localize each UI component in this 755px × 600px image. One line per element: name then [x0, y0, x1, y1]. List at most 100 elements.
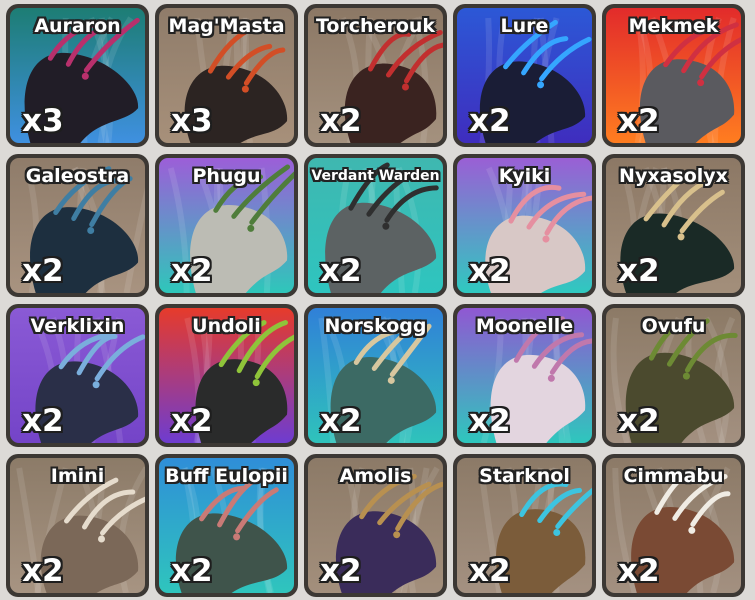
creature-count: x2: [22, 403, 64, 439]
creature-card-frame: Lure x2: [457, 8, 592, 143]
creature-count: x2: [320, 253, 362, 289]
creature-card[interactable]: Verdant Warden x2: [304, 154, 447, 297]
creature-card[interactable]: Starknol x2: [453, 454, 596, 597]
creature-count: x2: [320, 103, 362, 139]
creature-eye: [537, 81, 545, 89]
creature-name: Phugu: [192, 165, 261, 187]
creature-eye: [87, 227, 95, 235]
creature-card-frame: Mekmek x2: [606, 8, 741, 143]
creature-name: Verklixin: [30, 315, 125, 337]
creature-card-frame: Phugu x2: [159, 158, 294, 293]
creature-card-frame: Mag'Masta x3: [159, 8, 294, 143]
creature-count: x2: [469, 403, 511, 439]
creature-name: Mag'Masta: [168, 15, 285, 37]
creature-count: x2: [618, 403, 660, 439]
creature-card[interactable]: Galeostra x2: [6, 154, 149, 297]
creature-card[interactable]: Moonelle x2: [453, 304, 596, 447]
creature-name: Imini: [50, 465, 105, 487]
creature-name: Ovufu: [641, 315, 706, 337]
creature-count: x3: [171, 103, 213, 139]
creature-name: Kyiki: [498, 165, 551, 187]
creature-count: x2: [618, 253, 660, 289]
creature-count: x2: [171, 553, 213, 589]
creature-card[interactable]: Nyxasolyx x2: [602, 154, 745, 297]
creature-name: Undoli: [192, 315, 261, 337]
creature-card[interactable]: Mekmek x2: [602, 4, 745, 147]
creature-eye: [542, 235, 550, 243]
creature-card-frame: Verdant Warden x2: [308, 158, 443, 293]
creature-card-frame: Verklixin x2: [10, 308, 145, 443]
creature-name: Nyxasolyx: [619, 165, 728, 187]
creature-card[interactable]: Torcherouk x2: [304, 4, 447, 147]
creature-eye: [688, 526, 696, 534]
creature-count: x2: [469, 253, 511, 289]
creature-count: x2: [320, 403, 362, 439]
creature-count: x2: [469, 103, 511, 139]
creature-name: Buff Eulopii: [165, 465, 288, 487]
creature-card-frame: Cimmabu x2: [606, 458, 741, 593]
creature-card[interactable]: Kyiki x2: [453, 154, 596, 297]
creature-name: Cimmabu: [623, 465, 724, 487]
creature-card[interactable]: Amolis x2: [304, 454, 447, 597]
creature-count: x3: [22, 103, 64, 139]
creature-eye: [233, 533, 241, 541]
creature-eye: [241, 85, 249, 93]
creature-card[interactable]: Cimmabu x2: [602, 454, 745, 597]
creature-eye: [81, 72, 89, 80]
creature-eye: [98, 535, 106, 543]
creature-name: Amolis: [339, 465, 412, 487]
creature-card[interactable]: Undoli x2: [155, 304, 298, 447]
creature-eye: [382, 222, 390, 230]
creature-count: x2: [618, 103, 660, 139]
creature-card-frame: Auraron x3: [10, 8, 145, 143]
creature-eye: [547, 374, 555, 382]
creature-count: x2: [469, 553, 511, 589]
creature-card[interactable]: Auraron x3: [6, 4, 149, 147]
creature-name: Mekmek: [628, 15, 719, 37]
creature-name: Lure: [500, 15, 549, 37]
creature-card-frame: Starknol x2: [457, 458, 592, 593]
creature-card-frame: Ovufu x2: [606, 308, 741, 443]
creature-card-frame: Imini x2: [10, 458, 145, 593]
creature-count: x2: [171, 403, 213, 439]
creature-card-frame: Moonelle x2: [457, 308, 592, 443]
creature-card[interactable]: Mag'Masta x3: [155, 4, 298, 147]
creature-card[interactable]: Phugu x2: [155, 154, 298, 297]
creature-card[interactable]: Buff Eulopii x2: [155, 454, 298, 597]
creature-count: x2: [22, 253, 64, 289]
creature-name: Starknol: [479, 465, 570, 487]
creature-card-frame: Torcherouk x2: [308, 8, 443, 143]
creature-name: Moonelle: [475, 315, 574, 337]
creature-eye: [393, 531, 401, 539]
creature-card-frame: Norskogg x2: [308, 308, 443, 443]
creature-name: Galeostra: [25, 165, 130, 187]
creature-eye: [92, 381, 100, 389]
creature-card-frame: Nyxasolyx x2: [606, 158, 741, 293]
creature-card[interactable]: Imini x2: [6, 454, 149, 597]
creature-card-frame: Undoli x2: [159, 308, 294, 443]
creature-card[interactable]: Ovufu x2: [602, 304, 745, 447]
creature-count: x2: [618, 553, 660, 589]
creature-eye: [247, 224, 255, 232]
creature-card[interactable]: Lure x2: [453, 4, 596, 147]
creature-card-frame: Amolis x2: [308, 458, 443, 593]
creature-card-frame: Buff Eulopii x2: [159, 458, 294, 593]
creature-name: Verdant Warden: [311, 168, 440, 184]
creature-inventory-grid: Auraron x3 Mag'Masta x3 Torcherouk x2 Lure x2 Me…: [0, 0, 755, 600]
creature-card-frame: Galeostra x2: [10, 158, 145, 293]
creature-eye: [387, 376, 395, 384]
creature-eye: [252, 379, 260, 387]
creature-eye: [697, 79, 705, 87]
creature-eye: [677, 233, 685, 241]
creature-count: x2: [22, 553, 64, 589]
creature-card-frame: Kyiki x2: [457, 158, 592, 293]
creature-count: x2: [171, 253, 213, 289]
creature-count: x2: [320, 553, 362, 589]
creature-card[interactable]: Verklixin x2: [6, 304, 149, 447]
creature-eye: [553, 529, 561, 537]
creature-name: Norskogg: [324, 315, 427, 337]
creature-eye: [682, 372, 690, 380]
creature-name: Auraron: [34, 15, 121, 37]
creature-card[interactable]: Norskogg x2: [304, 304, 447, 447]
creature-eye: [401, 83, 409, 91]
